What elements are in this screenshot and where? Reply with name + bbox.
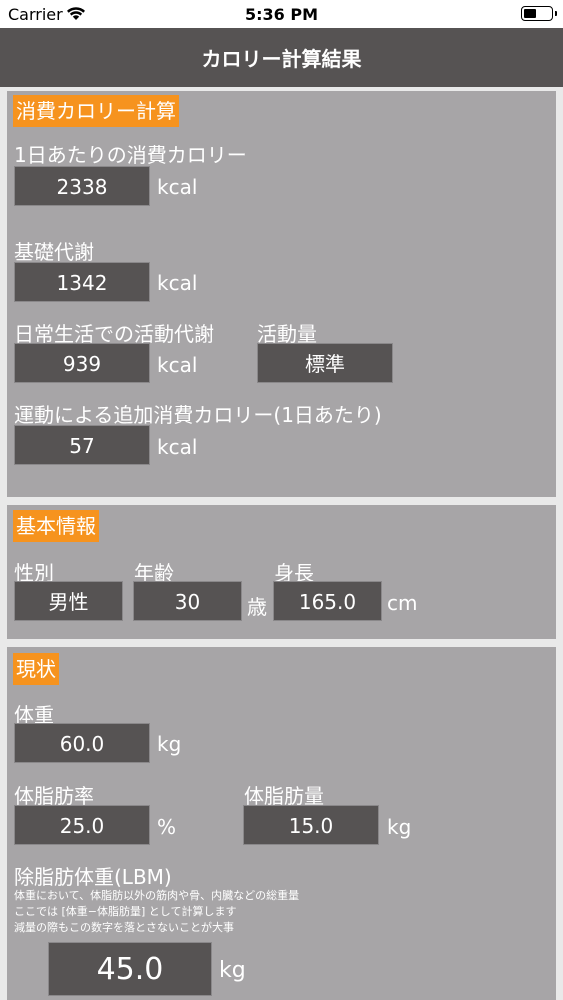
basic-info-panel: 基本情報 性別 年齢 身長 男性 30 歳 165.0 cm <box>7 505 556 639</box>
height-value: 165.0 <box>273 581 382 621</box>
height-unit: cm <box>387 591 418 615</box>
daily-calorie-label: 1日あたりの消費カロリー <box>14 143 247 167</box>
body-fat-rate-value: 25.0 <box>14 805 150 845</box>
current-status-panel: 現状 体重 60.0 kg 体脂肪率 体脂肪量 25.0 % 15.0 kg 除… <box>7 647 556 1000</box>
daily-calorie-unit: kcal <box>157 175 198 199</box>
bmr-value: 1342 <box>14 262 150 302</box>
body-fat-mass-unit: kg <box>387 815 412 839</box>
bmr-label: 基礎代謝 <box>14 240 94 264</box>
exercise-calorie-label: 運動による追加消費カロリー(1日あたり) <box>14 403 382 427</box>
body-fat-rate-unit: % <box>157 815 177 839</box>
exercise-calorie-unit: kcal <box>157 435 198 459</box>
section-title-basic-info: 基本情報 <box>13 510 99 542</box>
age-value: 30 <box>133 581 242 621</box>
weight-value: 60.0 <box>14 723 150 763</box>
lbm-note-line-1: 体重において、体脂肪以外の筋肉や骨、内臓などの総重量 <box>14 889 300 902</box>
section-title-consumption: 消費カロリー計算 <box>13 95 179 127</box>
exercise-calorie-value: 57 <box>14 425 150 465</box>
lbm-value: 45.0 <box>48 942 212 996</box>
lbm-note-line-3: 減量の際もこの数字を落とさないことが大事 <box>14 921 234 934</box>
status-bar: Carrier 5:36 PM <box>0 0 563 28</box>
clock: 5:36 PM <box>244 5 318 24</box>
activity-metabolism-value: 939 <box>14 343 150 383</box>
daily-calorie-value: 2338 <box>14 166 150 206</box>
activity-metabolism-unit: kcal <box>157 353 198 377</box>
lbm-label: 除脂肪体重(LBM) <box>14 865 172 889</box>
consumption-panel: 消費カロリー計算 1日あたりの消費カロリー 2338 kcal 基礎代謝 134… <box>7 91 556 497</box>
navigation-bar: カロリー計算結果 <box>0 28 563 87</box>
gender-value: 男性 <box>14 581 123 621</box>
weight-unit: kg <box>157 732 182 756</box>
lbm-note-line-2: ここでは [体重−体脂肪量] として計算します <box>14 905 237 918</box>
activity-level-value: 標準 <box>257 343 393 383</box>
bmr-unit: kcal <box>157 271 198 295</box>
battery-icon <box>521 6 557 21</box>
age-unit: 歳 <box>247 595 267 619</box>
section-title-current: 現状 <box>13 653 59 685</box>
body-fat-mass-value: 15.0 <box>243 805 379 845</box>
lbm-unit: kg <box>219 958 246 983</box>
page-title: カロリー計算結果 <box>201 47 362 71</box>
